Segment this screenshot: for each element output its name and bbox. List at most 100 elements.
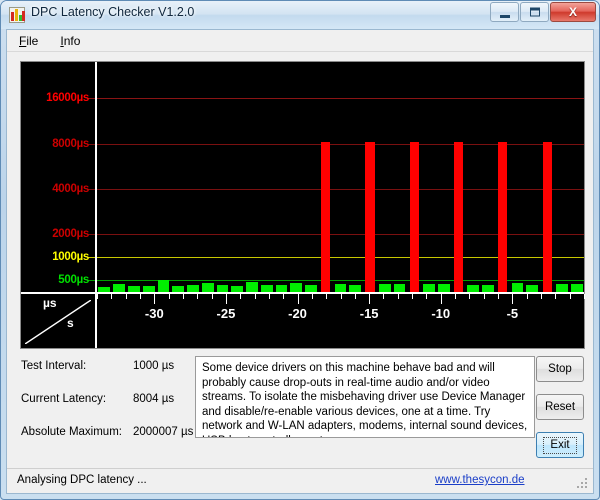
stat-row-test-interval: Test Interval: 1000 µs: [21, 360, 196, 393]
stop-button[interactable]: Stop: [536, 356, 584, 382]
stat-value: 8004 µs: [133, 393, 174, 405]
chart-bar: [261, 285, 273, 292]
menu-item-info[interactable]: Info: [60, 32, 92, 50]
axis-corner-label: µs s: [21, 294, 97, 348]
chart-y-tick: [88, 257, 95, 258]
chart-y-tick-label: 1000µs: [52, 251, 89, 263]
chart-x-tick: [412, 294, 413, 299]
chart-x-tick: [570, 294, 571, 299]
chart-x-axis: µs s -30-25-20-15-10-5: [21, 292, 584, 348]
chart-plot-area: [97, 62, 584, 292]
chart-x-tick: [240, 294, 241, 299]
status-message: Analysing DPC latency ...: [17, 474, 147, 486]
chart-x-tick: [298, 294, 299, 304]
chart-x-tick: [426, 294, 427, 299]
minimize-button[interactable]: [490, 2, 519, 22]
close-button[interactable]: X: [550, 2, 596, 22]
chart-bar: [335, 284, 347, 292]
chart-x-tick: [584, 294, 585, 299]
chart-x-tick: [341, 294, 342, 299]
stat-value: 2000007 µs: [133, 426, 193, 438]
chart-x-tick: [111, 294, 112, 299]
chart-x-tick: [154, 294, 155, 304]
chart-x-tick-label: -25: [217, 306, 236, 321]
chart-x-tick: [197, 294, 198, 299]
bar-chart-icon: [9, 7, 25, 23]
chart-y-tick: [88, 189, 95, 190]
diagonal-line-icon: [25, 300, 91, 344]
diagnostic-message: Some device drivers on this machine beha…: [195, 356, 535, 438]
chart-x-tick: [312, 294, 313, 299]
latency-chart: 500µs1000µs2000µs4000µs8000µs16000µs µs …: [20, 61, 585, 349]
chart-bar-spike: [321, 142, 330, 292]
chart-bar: [217, 285, 229, 292]
chart-bar: [423, 284, 435, 292]
resize-grip[interactable]: [577, 478, 589, 490]
chart-gridline: [97, 234, 584, 235]
chart-bar: [394, 284, 406, 292]
chart-bar: [290, 283, 302, 292]
title-bar[interactable]: DPC Latency Checker V1.2.0 X: [1, 1, 599, 29]
chart-bar: [158, 280, 170, 292]
chart-bar: [246, 282, 258, 292]
chart-gridline: [97, 144, 584, 145]
client-area: File Info 500µs1000µs2000µs4000µs8000µs1…: [6, 29, 594, 494]
chart-gridline: [97, 189, 584, 190]
chart-x-tick: [97, 294, 98, 299]
reset-button[interactable]: Reset: [536, 394, 584, 420]
chart-x-tick: [555, 294, 556, 299]
chart-y-tick: [88, 234, 95, 235]
chart-x-tick: [484, 294, 485, 299]
chart-bar: [276, 285, 288, 292]
chart-x-tick: [512, 294, 513, 304]
chart-x-tick: [498, 294, 499, 299]
stop-button-label: Stop: [548, 363, 572, 375]
chart-x-tick: [255, 294, 256, 299]
exit-button-label: Exit: [543, 437, 576, 454]
stat-label: Current Latency:: [21, 393, 106, 405]
chart-bar: [202, 283, 214, 292]
status-bar: Analysing DPC latency ... www.thesycon.d…: [7, 468, 593, 493]
window-title: DPC Latency Checker V1.2.0: [31, 5, 194, 19]
chart-x-tick: [383, 294, 384, 299]
axis-unit-seconds: s: [67, 316, 74, 330]
chart-x-tick-label: -10: [431, 306, 450, 321]
chart-x-tick: [326, 294, 327, 299]
stats-panel: Test Interval: 1000 µs Current Latency: …: [21, 360, 196, 459]
chart-x-tick-label: -5: [507, 306, 519, 321]
menu-bar: File Info: [7, 30, 593, 52]
chart-bar: [512, 283, 524, 292]
chart-y-tick: [88, 98, 95, 99]
chart-y-tick-label: 4000µs: [52, 183, 89, 195]
chart-x-tick: [140, 294, 141, 299]
menu-item-file[interactable]: File: [19, 32, 50, 50]
chart-x-tick: [527, 294, 528, 299]
website-link[interactable]: www.thesycon.de: [435, 474, 525, 486]
chart-bar: [305, 285, 317, 292]
chart-y-tick: [88, 144, 95, 145]
chart-x-tick: [469, 294, 470, 299]
chart-x-tick-label: -30: [145, 306, 164, 321]
chart-bar-spike: [543, 142, 552, 292]
stat-value: 1000 µs: [133, 360, 174, 372]
chart-bar: [379, 284, 391, 292]
reset-button-label: Reset: [545, 401, 575, 413]
exit-button[interactable]: Exit: [536, 432, 584, 458]
chart-gridline: [97, 257, 584, 258]
maximize-button[interactable]: [520, 2, 549, 22]
chart-bar: [482, 285, 494, 292]
stat-label: Test Interval:: [21, 360, 86, 372]
chart-gridline: [97, 98, 584, 99]
chart-y-axis: 500µs1000µs2000µs4000µs8000µs16000µs: [21, 62, 97, 292]
chart-x-tick: [369, 294, 370, 304]
chart-bar: [526, 285, 538, 292]
stat-row-absolute-maximum: Absolute Maximum: 2000007 µs: [21, 426, 196, 459]
chart-bar: [556, 284, 568, 292]
app-window: DPC Latency Checker V1.2.0 X File Info 5…: [0, 0, 600, 500]
chart-x-tick: [541, 294, 542, 299]
chart-x-tick-label: -15: [360, 306, 379, 321]
chart-x-tick: [183, 294, 184, 299]
chart-x-tick: [126, 294, 127, 299]
chart-y-tick-label: 8000µs: [52, 138, 89, 150]
chart-x-tick: [398, 294, 399, 299]
